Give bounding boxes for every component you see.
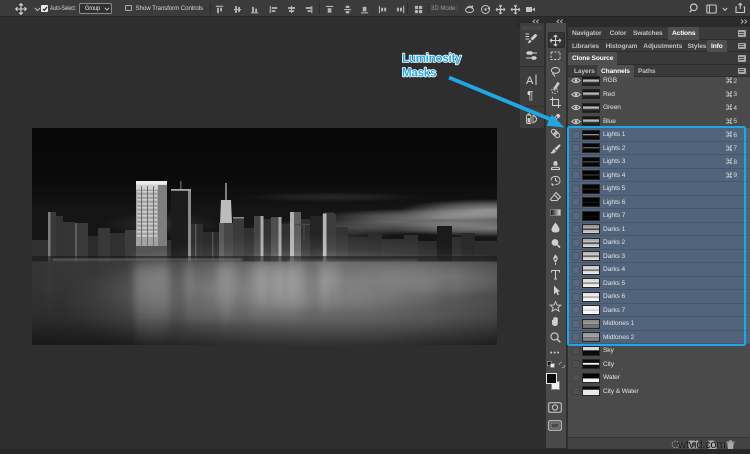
svg-text:Luminosity: Luminosity	[402, 53, 462, 65]
svg-text:Masks: Masks	[402, 68, 436, 80]
